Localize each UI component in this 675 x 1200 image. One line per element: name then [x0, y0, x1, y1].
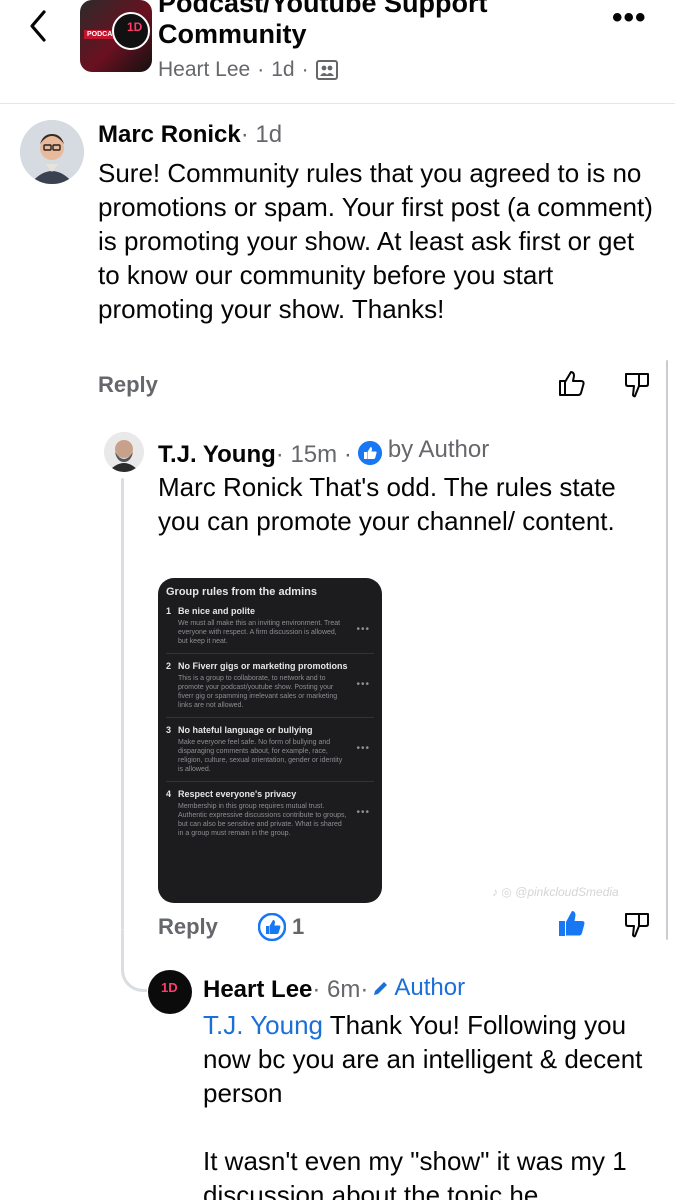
- rule-more-icon: •••: [356, 807, 370, 818]
- rule-more-icon: •••: [356, 679, 370, 690]
- group-logo: 1D: [112, 12, 150, 50]
- rule-description: Make everyone feel safe. No form of bull…: [178, 739, 343, 773]
- rule-item: 3 No hateful language or bullying Make e…: [166, 725, 374, 782]
- comment-time: · 6m·: [312, 976, 369, 1003]
- scrollbar[interactable]: [666, 360, 668, 940]
- rule-title: No hateful language or bullying: [178, 725, 313, 735]
- like-badge-icon: [357, 441, 382, 465]
- rule-description: This is a group to collaborate, to netwo…: [178, 675, 338, 709]
- back-button[interactable]: [24, 6, 54, 46]
- author-badge-label: by Author: [387, 436, 490, 463]
- avatar[interactable]: 1D: [148, 970, 192, 1014]
- upvote-icon[interactable]: [556, 368, 586, 398]
- rule-item: 1 Be nice and polite We must all make th…: [166, 606, 374, 654]
- upvote-icon-active[interactable]: [556, 908, 586, 938]
- thread-line: [121, 478, 124, 930]
- comment-author[interactable]: T.J. Young: [158, 441, 276, 469]
- comment-time: · 1d: [240, 121, 283, 148]
- comment-author[interactable]: Heart Lee: [203, 976, 312, 1004]
- rule-number: 3: [166, 725, 172, 735]
- post-header: PODCAST 1D Podcast/Youtube Support Commu…: [0, 0, 675, 104]
- rule-description: We must all make this an inviting enviro…: [178, 620, 341, 645]
- group-icon: [315, 60, 338, 80]
- comment-header: T.J. Young · 15m · by Author: [158, 436, 489, 469]
- reply-button[interactable]: Reply: [158, 914, 218, 940]
- thread-line-curve: [121, 930, 147, 992]
- comment-text-continued: It wasn't even my "show" it was my 1 dis…: [203, 1146, 627, 1200]
- rule-number: 4: [166, 789, 172, 799]
- attached-screenshot[interactable]: Group rules from the admins 1 Be nice an…: [158, 578, 382, 903]
- post-time: 1d: [271, 58, 295, 81]
- comment-author[interactable]: Marc Ronick: [98, 121, 241, 149]
- group-title[interactable]: Podcast/Youtube Support Community: [158, 0, 558, 50]
- comment-time: · 15m ·: [275, 441, 352, 468]
- avatar[interactable]: [104, 432, 144, 472]
- rule-number: 2: [166, 661, 172, 671]
- mention-link[interactable]: T.J. Young: [203, 1010, 323, 1040]
- comment-text: T.J. Young Thank You! Following you now …: [203, 1008, 653, 1200]
- separator: ·: [301, 58, 309, 81]
- pencil-icon: [374, 982, 388, 995]
- downvote-icon[interactable]: [622, 370, 652, 400]
- rule-item: 4 Respect everyone's privacy Membership …: [166, 789, 374, 845]
- rule-more-icon: •••: [356, 743, 370, 754]
- post-meta: Heart Lee · 1d ·: [158, 58, 338, 82]
- heart-lee-logo: 1D: [161, 980, 178, 995]
- group-avatar[interactable]: PODCAST 1D: [80, 0, 152, 72]
- group-logo-text: 1D: [127, 20, 143, 34]
- profile-photo: [104, 432, 144, 472]
- like-reaction-icon: [258, 913, 286, 941]
- rule-item: 2 No Fiverr gigs or marketing promotions…: [166, 661, 374, 718]
- more-options-button[interactable]: •••: [612, 3, 662, 38]
- comment-header: Marc Ronick · 1d: [98, 121, 282, 149]
- reaction-count[interactable]: 1: [258, 913, 304, 941]
- rule-description: Membership in this group requires mutual…: [178, 803, 347, 837]
- comment-text: Marc Ronick That's odd. The rules state …: [158, 472, 616, 536]
- author-badge: by Author: [357, 436, 490, 465]
- author-badge-label: Author: [394, 974, 466, 1001]
- rule-title: Respect everyone's privacy: [178, 789, 297, 799]
- like-count: 1: [292, 914, 305, 939]
- comment-text: Sure! Community rules that you agreed to…: [98, 158, 653, 324]
- downvote-icon[interactable]: [622, 910, 652, 940]
- rules-title: Group rules from the admins: [166, 586, 317, 598]
- rule-title: Be nice and polite: [178, 606, 256, 616]
- rule-number: 1: [166, 606, 172, 616]
- separator: ·: [257, 58, 265, 81]
- avatar[interactable]: [20, 120, 84, 184]
- chevron-left-icon: [30, 10, 46, 42]
- watermark: ♪ ◎ @pinkcloudSmedia: [492, 885, 619, 899]
- rule-title: No Fiverr gigs or marketing promotions: [178, 661, 348, 671]
- profile-photo: [20, 120, 84, 184]
- rule-more-icon: •••: [356, 624, 370, 635]
- reply-button[interactable]: Reply: [98, 372, 158, 398]
- author-badge: Author: [372, 974, 465, 1002]
- comment-header: Heart Lee · 6m· Author: [203, 974, 465, 1004]
- poster-name[interactable]: Heart Lee: [158, 58, 250, 82]
